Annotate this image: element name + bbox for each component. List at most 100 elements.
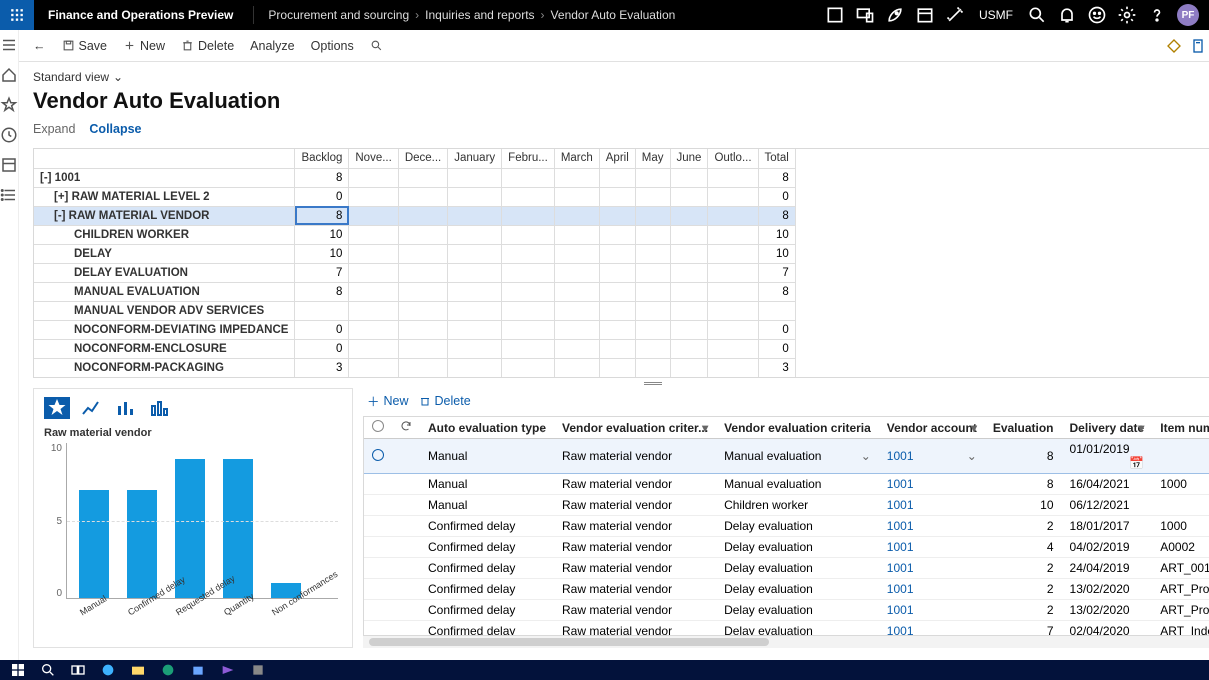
table-row[interactable]: Confirmed delayRaw material vendorDelay … xyxy=(364,516,1209,537)
tree-row[interactable]: NOCONFORM-ENCLOSURE00 xyxy=(34,339,795,358)
details-new-button[interactable]: ＋New xyxy=(367,391,409,410)
avatar[interactable]: PF xyxy=(1177,4,1199,26)
column-header[interactable]: March xyxy=(554,149,599,168)
summary-tree-grid[interactable]: BacklogNove...Dece...JanuaryFebru...Marc… xyxy=(33,148,1209,378)
module-icon[interactable] xyxy=(0,156,18,174)
tree-row[interactable]: [-] 100188 xyxy=(34,168,795,187)
hamburger-icon[interactable] xyxy=(0,36,18,54)
devices-icon[interactable] xyxy=(855,5,875,25)
breadcrumb-item[interactable]: Vendor Auto Evaluation xyxy=(551,8,676,22)
table-row[interactable]: ManualRaw material vendorManual evaluati… xyxy=(364,474,1209,495)
gear-icon[interactable] xyxy=(1117,5,1137,25)
tree-row[interactable]: [+] RAW MATERIAL LEVEL 200 xyxy=(34,187,795,206)
collapse-link[interactable]: Collapse xyxy=(89,122,141,136)
column-header[interactable]: June xyxy=(670,149,708,168)
tree-row[interactable]: DELAY1010 xyxy=(34,244,795,263)
search-icon[interactable] xyxy=(1027,5,1047,25)
tree-row[interactable]: MANUAL EVALUATION88 xyxy=(34,282,795,301)
column-header[interactable]: Auto evaluation type↑ xyxy=(420,417,554,439)
app-ie-icon[interactable] xyxy=(100,662,116,678)
column-header[interactable]: January xyxy=(448,149,502,168)
chart-tab-star[interactable] xyxy=(44,397,70,419)
breadcrumb-item[interactable]: Inquiries and reports xyxy=(425,8,534,22)
details-delete-button[interactable]: Delete xyxy=(419,391,471,410)
app-store-icon[interactable] xyxy=(190,662,206,678)
delete-button[interactable]: Delete xyxy=(175,35,240,57)
wand-icon[interactable] xyxy=(945,5,965,25)
splitter-horizontal[interactable] xyxy=(19,378,1209,388)
filter-icon[interactable]: ▾ xyxy=(971,421,981,431)
back-button[interactable]: ← xyxy=(27,35,52,57)
select-all-radio[interactable] xyxy=(372,420,384,432)
table-row[interactable]: ManualRaw material vendorChildren worker… xyxy=(364,495,1209,516)
tree-row[interactable]: CHILDREN WORKER1010 xyxy=(34,225,795,244)
column-header[interactable]: Vendor evaluation criteria xyxy=(716,417,879,439)
calendar-icon[interactable]: 📅 xyxy=(1129,456,1144,470)
filter-icon[interactable]: ▾ xyxy=(702,421,712,431)
smile-icon[interactable] xyxy=(1087,5,1107,25)
app-launcher-icon[interactable] xyxy=(0,0,34,30)
tree-row[interactable]: [-] RAW MATERIAL VENDOR88 xyxy=(34,206,795,225)
search-taskbar-icon[interactable] xyxy=(40,662,56,678)
app-generic-icon[interactable] xyxy=(250,662,266,678)
calendar-icon[interactable] xyxy=(915,5,935,25)
column-header[interactable]: Nove... xyxy=(349,149,398,168)
tree-row[interactable]: NOCONFORM-DEVIATING IMPEDANCE00 xyxy=(34,320,795,339)
home-icon[interactable] xyxy=(0,66,18,84)
rocket-icon[interactable] xyxy=(885,5,905,25)
column-header[interactable]: Outlo... xyxy=(708,149,758,168)
view-selector[interactable]: Standard view⌄ xyxy=(33,70,123,84)
chart-tab-column[interactable] xyxy=(146,397,172,419)
column-header[interactable]: Vendor evaluation criter...▾ xyxy=(554,417,716,439)
filter-icon[interactable]: ▾ xyxy=(1138,421,1148,431)
tree-row[interactable]: NOCONFORM-PACKAGING33 xyxy=(34,358,795,377)
tree-row[interactable]: DELAY EVALUATION77 xyxy=(34,263,795,282)
column-header[interactable] xyxy=(364,417,392,439)
column-header[interactable] xyxy=(392,417,420,439)
start-icon[interactable] xyxy=(10,662,26,678)
table-row[interactable]: Confirmed delayRaw material vendorDelay … xyxy=(364,558,1209,579)
app-explorer-icon[interactable] xyxy=(130,662,146,678)
chevron-down-icon[interactable]: ⌄ xyxy=(967,449,977,463)
options-button[interactable]: Options xyxy=(305,35,360,57)
chevron-down-icon[interactable]: ⌄ xyxy=(861,449,871,463)
list-icon[interactable] xyxy=(0,186,18,204)
column-header[interactable] xyxy=(34,149,295,168)
column-header[interactable]: Febru... xyxy=(502,149,555,168)
diamond-icon[interactable] xyxy=(1166,38,1182,54)
column-header[interactable]: Vendor account▾ xyxy=(879,417,985,439)
table-row[interactable]: Confirmed delayRaw material vendorDelay … xyxy=(364,600,1209,621)
attach-icon[interactable] xyxy=(1190,38,1206,54)
app-edge-icon[interactable] xyxy=(160,662,176,678)
column-header[interactable]: Backlog xyxy=(295,149,349,168)
tree-row[interactable]: MANUAL VENDOR ADV SERVICES xyxy=(34,301,795,320)
column-header[interactable]: April xyxy=(599,149,635,168)
company-picker[interactable]: USMF xyxy=(975,8,1017,22)
analyze-button[interactable]: Analyze xyxy=(244,35,300,57)
chart-tab-line[interactable] xyxy=(78,397,104,419)
taskview-icon[interactable] xyxy=(70,662,86,678)
clock-icon[interactable] xyxy=(0,126,18,144)
help-icon[interactable] xyxy=(1147,5,1167,25)
scrollbar-horizontal[interactable] xyxy=(363,636,1209,648)
table-row[interactable]: Confirmed delayRaw material vendorDelay … xyxy=(364,579,1209,600)
column-header[interactable]: Evaluation xyxy=(985,417,1062,439)
breadcrumb-item[interactable]: Procurement and sourcing xyxy=(268,8,409,22)
refresh-icon[interactable] xyxy=(400,420,412,432)
star-icon[interactable] xyxy=(0,96,18,114)
column-header[interactable]: Total xyxy=(758,149,795,168)
sort-asc-icon[interactable]: ↑ xyxy=(540,421,550,431)
column-header[interactable]: Delivery date▾ xyxy=(1062,417,1153,439)
table-row[interactable]: Confirmed delayRaw material vendorDelay … xyxy=(364,537,1209,558)
expand-link[interactable]: Expand xyxy=(33,122,75,136)
new-button[interactable]: New xyxy=(117,35,171,57)
window-icon[interactable] xyxy=(825,5,845,25)
bell-icon[interactable] xyxy=(1057,5,1077,25)
app-vs-icon[interactable] xyxy=(220,662,236,678)
table-row[interactable]: Confirmed delayRaw material vendorDelay … xyxy=(364,621,1209,637)
column-header[interactable]: May xyxy=(635,149,670,168)
chart-tab-bar[interactable] xyxy=(112,397,138,419)
find-button[interactable] xyxy=(364,35,389,56)
save-button[interactable]: Save xyxy=(56,35,114,57)
column-header[interactable]: Dece... xyxy=(398,149,447,168)
